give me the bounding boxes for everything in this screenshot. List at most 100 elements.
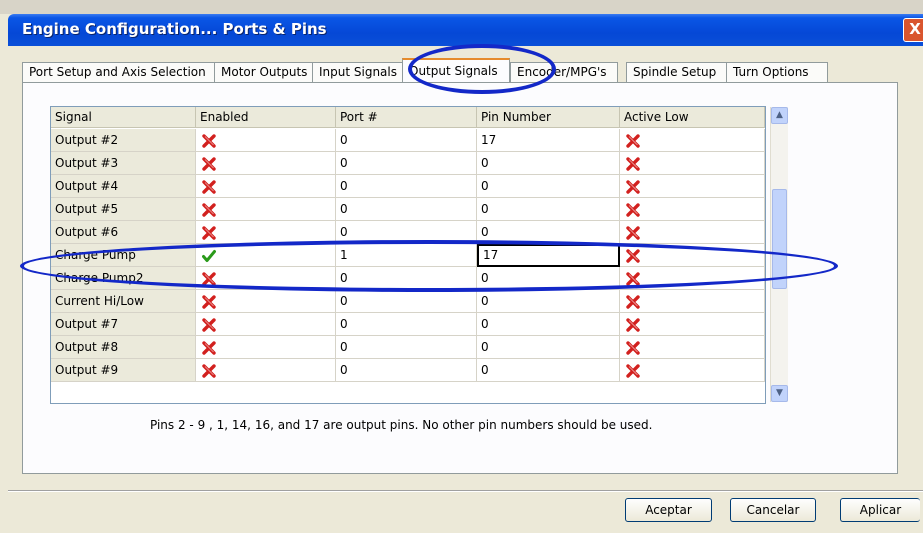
cell-enabled[interactable] bbox=[196, 129, 336, 152]
accept-button[interactable]: Aceptar bbox=[625, 498, 712, 522]
red-x-icon bbox=[202, 156, 216, 171]
window-title: Engine Configuration... Ports & Pins bbox=[22, 20, 327, 38]
cell-port[interactable]: 1 bbox=[336, 244, 477, 267]
red-x-icon bbox=[626, 248, 640, 263]
red-x-icon bbox=[202, 294, 216, 309]
cell-enabled[interactable] bbox=[196, 244, 336, 267]
header-signal[interactable]: Signal bbox=[51, 107, 196, 128]
cell-active-low[interactable] bbox=[620, 221, 765, 244]
cell-active-low[interactable] bbox=[620, 267, 765, 290]
header-enabled[interactable]: Enabled bbox=[196, 107, 336, 128]
tab-label: Encoder/MPG's bbox=[517, 65, 607, 79]
cell-active-low[interactable] bbox=[620, 336, 765, 359]
cell-enabled[interactable] bbox=[196, 313, 336, 336]
cell-signal: Output #5 bbox=[51, 198, 196, 221]
cell-port[interactable]: 0 bbox=[336, 175, 477, 198]
tab-port-setup[interactable]: Port Setup and Axis Selection bbox=[22, 62, 220, 82]
cell-signal: Output #8 bbox=[51, 336, 196, 359]
red-x-icon bbox=[626, 202, 640, 217]
red-x-icon bbox=[202, 271, 216, 286]
cell-port[interactable]: 0 bbox=[336, 267, 477, 290]
cell-pin-number[interactable]: 0 bbox=[477, 198, 620, 221]
cell-pin-number[interactable]: 0 bbox=[477, 359, 620, 382]
cell-signal: Output #3 bbox=[51, 152, 196, 175]
table-row[interactable]: Output #2 0 17 bbox=[51, 129, 765, 152]
table-row[interactable]: Charge Pump2 0 0 bbox=[51, 267, 765, 290]
cell-pin-number[interactable]: 0 bbox=[477, 290, 620, 313]
cell-active-low[interactable] bbox=[620, 359, 765, 382]
cell-signal: Output #4 bbox=[51, 175, 196, 198]
cell-pin-number[interactable]: 0 bbox=[477, 221, 620, 244]
table-row[interactable]: Output #7 0 0 bbox=[51, 313, 765, 336]
header-pin-number[interactable]: Pin Number bbox=[477, 107, 620, 128]
tab-label: Output Signals bbox=[409, 64, 498, 78]
scroll-up-button[interactable]: ▲ bbox=[771, 107, 788, 124]
tab-motor-outputs[interactable]: Motor Outputs bbox=[214, 62, 317, 82]
table-row[interactable]: Output #3 0 0 bbox=[51, 152, 765, 175]
close-button[interactable]: X bbox=[903, 18, 923, 42]
scroll-thumb[interactable] bbox=[772, 189, 787, 289]
red-x-icon bbox=[202, 225, 216, 240]
cell-active-low[interactable] bbox=[620, 198, 765, 221]
cancel-button[interactable]: Cancelar bbox=[730, 498, 816, 522]
cell-active-low[interactable] bbox=[620, 290, 765, 313]
cell-enabled[interactable] bbox=[196, 290, 336, 313]
cell-active-low[interactable] bbox=[620, 175, 765, 198]
cell-port[interactable]: 0 bbox=[336, 313, 477, 336]
cell-active-low[interactable] bbox=[620, 313, 765, 336]
cell-enabled[interactable] bbox=[196, 221, 336, 244]
table-row[interactable]: Charge Pump 1 17 bbox=[51, 244, 765, 267]
cell-active-low[interactable] bbox=[620, 244, 765, 267]
cell-signal: Output #6 bbox=[51, 221, 196, 244]
cell-port[interactable]: 0 bbox=[336, 198, 477, 221]
cell-pin-number[interactable]: 0 bbox=[477, 267, 620, 290]
apply-button[interactable]: Aplicar bbox=[840, 498, 920, 522]
cell-enabled[interactable] bbox=[196, 267, 336, 290]
red-x-icon bbox=[202, 202, 216, 217]
tab-label: Port Setup and Axis Selection bbox=[29, 65, 206, 79]
table-row[interactable]: Output #8 0 0 bbox=[51, 336, 765, 359]
cell-pin-number[interactable]: 0 bbox=[477, 336, 620, 359]
cell-port[interactable]: 0 bbox=[336, 359, 477, 382]
tab-encoder-mpg[interactable]: Encoder/MPG's bbox=[510, 62, 618, 82]
scroll-down-button[interactable]: ▼ bbox=[771, 385, 788, 402]
tab-input-signals[interactable]: Input Signals bbox=[312, 62, 406, 82]
cell-pin-number[interactable]: 17 bbox=[477, 244, 620, 267]
cell-port[interactable]: 0 bbox=[336, 221, 477, 244]
title-bar: Engine Configuration... Ports & Pins X bbox=[8, 14, 923, 46]
cell-enabled[interactable] bbox=[196, 336, 336, 359]
table-row[interactable]: Output #6 0 0 bbox=[51, 221, 765, 244]
cell-port[interactable]: 0 bbox=[336, 129, 477, 152]
tab-output-signals[interactable]: Output Signals bbox=[402, 58, 510, 84]
tab-spindle-setup[interactable]: Spindle Setup bbox=[626, 62, 728, 82]
cell-active-low[interactable] bbox=[620, 152, 765, 175]
table-row[interactable]: Output #4 0 0 bbox=[51, 175, 765, 198]
cell-pin-number[interactable]: 0 bbox=[477, 175, 620, 198]
tab-label: Spindle Setup bbox=[633, 65, 717, 79]
table-row[interactable]: Output #9 0 0 bbox=[51, 359, 765, 382]
tab-turn-options[interactable]: Turn Options bbox=[726, 62, 828, 82]
cell-pin-number[interactable]: 0 bbox=[477, 152, 620, 175]
cell-pin-number[interactable]: 17 bbox=[477, 129, 620, 152]
red-x-icon bbox=[626, 179, 640, 194]
cell-active-low[interactable] bbox=[620, 129, 765, 152]
cell-enabled[interactable] bbox=[196, 198, 336, 221]
cell-pin-number[interactable]: 0 bbox=[477, 313, 620, 336]
cell-enabled[interactable] bbox=[196, 359, 336, 382]
table-row[interactable]: Output #5 0 0 bbox=[51, 198, 765, 221]
cell-enabled[interactable] bbox=[196, 175, 336, 198]
red-x-icon bbox=[626, 294, 640, 309]
table-row[interactable]: Current Hi/Low 0 0 bbox=[51, 290, 765, 313]
cell-signal: Output #9 bbox=[51, 359, 196, 382]
red-x-icon bbox=[626, 133, 640, 148]
red-x-icon bbox=[202, 179, 216, 194]
tab-label: Turn Options bbox=[733, 65, 809, 79]
cell-port[interactable]: 0 bbox=[336, 336, 477, 359]
cell-enabled[interactable] bbox=[196, 152, 336, 175]
table-scrollbar[interactable]: ▲ ▼ bbox=[770, 107, 788, 402]
header-port[interactable]: Port # bbox=[336, 107, 477, 128]
cell-port[interactable]: 0 bbox=[336, 290, 477, 313]
header-active-low[interactable]: Active Low bbox=[620, 107, 765, 128]
cell-port[interactable]: 0 bbox=[336, 152, 477, 175]
red-x-icon bbox=[202, 340, 216, 355]
